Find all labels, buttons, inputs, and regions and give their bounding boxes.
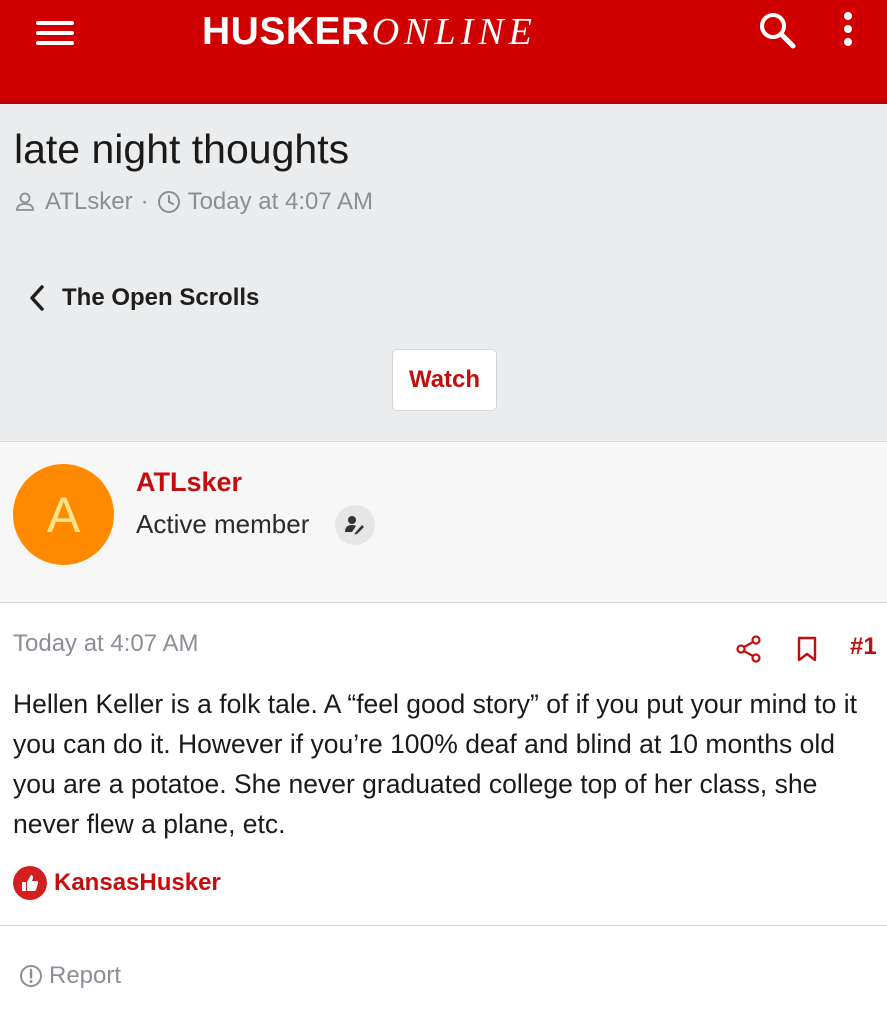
meta-separator: · — [140, 188, 149, 215]
more-options-button[interactable] — [832, 10, 864, 52]
user-edit-icon — [345, 516, 364, 535]
chevron-left-icon — [30, 285, 44, 311]
like-reaction — [13, 866, 47, 900]
post-date-link[interactable]: Today at 4:07 AM — [13, 630, 198, 658]
logo-italic-text: ONLINE — [371, 11, 537, 53]
post-body-text: Hellen Keller is a folk tale. A “feel go… — [13, 689, 858, 839]
post-article: Today at 4:07 AM #1 Hellen Keller is a f… — [0, 604, 887, 926]
menu-icon-line — [36, 31, 74, 35]
thread-title: late night thoughts — [14, 126, 350, 172]
alert-circle-icon — [20, 965, 42, 987]
logo-bold-text: HUSKER — [202, 10, 370, 53]
search-button[interactable] — [756, 10, 800, 50]
thread-meta: ATLsker · Today at 4:07 AM — [14, 188, 373, 216]
back-link-label: The Open Scrolls — [62, 284, 260, 311]
thumbs-up-icon — [22, 875, 39, 891]
search-icon — [760, 13, 796, 49]
menu-button[interactable] — [34, 14, 78, 54]
more-icon — [844, 12, 852, 46]
post-author-block: A ATLsker Active member — [0, 443, 887, 603]
clock-icon — [157, 191, 180, 213]
reaction-user-link[interactable]: KansasHusker — [54, 869, 221, 897]
share-button[interactable] — [735, 634, 763, 664]
report-link[interactable]: Report — [19, 962, 121, 990]
top-bar-shadow — [0, 96, 887, 104]
thread-date-link[interactable]: Today at 4:07 AM — [188, 188, 373, 216]
member-badge[interactable] — [335, 505, 375, 545]
menu-icon-line — [36, 41, 74, 45]
post-number-link[interactable]: #1 — [850, 633, 877, 661]
watch-button[interactable]: Watch — [392, 349, 497, 411]
report-label: Report — [49, 962, 122, 989]
reaction-bar[interactable]: KansasHusker — [13, 866, 221, 900]
bookmark-icon — [797, 636, 817, 662]
user-icon — [16, 192, 34, 211]
bookmark-button[interactable] — [795, 635, 819, 663]
thread-header: late night thoughts ATLsker · Today at 4… — [0, 104, 887, 442]
menu-icon-line — [36, 21, 74, 25]
top-bar: HUSKER ONLINE — [0, 0, 887, 104]
author-user-title: Active member — [136, 509, 310, 539]
share-icon — [736, 635, 761, 663]
site-logo[interactable]: HUSKER ONLINE — [202, 10, 537, 54]
avatar[interactable]: A — [13, 464, 114, 565]
thread-author-link[interactable]: ATLsker — [45, 188, 133, 216]
back-to-forum-link[interactable]: The Open Scrolls — [26, 284, 259, 312]
post-author-name[interactable]: ATLsker — [136, 467, 242, 498]
